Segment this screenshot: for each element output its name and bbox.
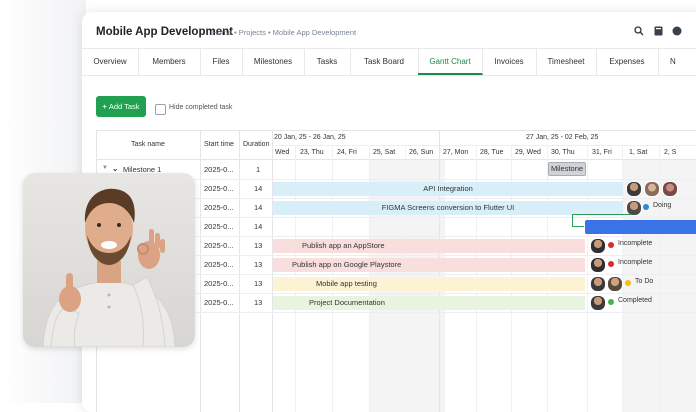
tab-files[interactable]: Files <box>200 49 243 75</box>
tab-invoices[interactable]: Invoices <box>482 49 537 75</box>
status-dot <box>608 299 614 305</box>
duration: 14 <box>254 203 263 212</box>
duration: 14 <box>254 184 263 193</box>
start-time: 2025-0... <box>204 203 234 212</box>
task-bar-project-documentation[interactable]: Project Documentation <box>273 296 585 310</box>
start-time: 2025-0... <box>204 241 234 250</box>
column-header-task-name[interactable]: Task name <box>131 141 165 148</box>
avatar <box>607 276 623 292</box>
day-label: 31, Fri <box>592 149 612 156</box>
duration: 13 <box>254 260 263 269</box>
tab-expenses[interactable]: Expenses <box>596 49 659 75</box>
tab-more[interactable]: N <box>658 49 696 75</box>
duration: 13 <box>254 298 263 307</box>
day-label: 28, Tue <box>480 149 504 156</box>
status-label: Incomplete <box>618 240 653 247</box>
book-icon[interactable] <box>654 26 663 39</box>
week-label: 20 Jan, 25 - 26 Jan, 25 <box>274 134 346 141</box>
profile-icon[interactable] <box>672 26 682 39</box>
day-label: 23, Thu <box>300 149 324 156</box>
chevron-down-icon[interactable]: ⌄ <box>112 164 118 173</box>
start-time: 2025-0... <box>204 165 234 174</box>
week-label: 27 Jan, 25 - 02 Feb, 25 <box>526 134 599 141</box>
start-time: 2025-0... <box>204 260 234 269</box>
tab-task-board[interactable]: Task Board <box>350 49 419 75</box>
tab-tasks[interactable]: Tasks <box>304 49 351 75</box>
task-bar-api-integration[interactable]: API Integration <box>273 182 623 196</box>
header-divider <box>272 145 696 146</box>
status-dot <box>643 204 649 210</box>
duration: 1 <box>256 165 261 174</box>
day-label: Wed <box>275 149 290 156</box>
day-label: 25, Sat <box>373 149 396 156</box>
status-dot <box>625 280 631 286</box>
add-task-label: Add Task <box>108 102 140 111</box>
tab-gantt-chart[interactable]: Gantt Chart <box>418 49 483 75</box>
status-label: Doing <box>653 202 672 209</box>
column-divider <box>239 131 240 412</box>
day-label: 27, Mon <box>443 149 469 156</box>
avatar <box>590 238 606 254</box>
duration: 13 <box>254 279 263 288</box>
task-bar-publish-appstore[interactable]: Publish app an AppStore <box>273 239 585 253</box>
tab-members[interactable]: Members <box>138 49 201 75</box>
duration: 14 <box>254 222 263 231</box>
day-label: 29, Wed <box>515 149 541 156</box>
start-time: 2025-0... <box>204 279 234 288</box>
search-icon[interactable] <box>634 26 644 39</box>
avatar <box>662 181 678 197</box>
plus-icon: + <box>102 102 107 111</box>
start-time: 2025-0... <box>204 184 234 193</box>
avatar <box>590 295 606 311</box>
status-dot <box>608 261 614 267</box>
tab-overview[interactable]: Overview <box>82 49 139 75</box>
breadcrumb[interactable]: Home • Projects • Mobile App Development <box>212 28 356 37</box>
column-divider <box>200 131 201 412</box>
avatar <box>644 181 660 197</box>
tab-milestones[interactable]: Milestones <box>242 49 305 75</box>
status-label: To Do <box>635 278 654 285</box>
hide-completed-checkbox[interactable] <box>155 104 166 115</box>
person-photo <box>23 173 195 347</box>
milestone-bar[interactable]: Milestone <box>548 162 586 176</box>
add-task-button[interactable]: + Add Task <box>96 96 146 117</box>
hide-completed-label: Hide completed task <box>169 104 233 111</box>
avatar <box>590 276 606 292</box>
header-divider <box>96 159 696 160</box>
day-label: 26, Sun <box>409 149 434 156</box>
dependency-line <box>572 214 573 226</box>
task-bar-mobile-testing[interactable]: Mobile app testing <box>273 277 585 291</box>
column-header-start-time[interactable]: Start time <box>204 141 234 148</box>
tab-timesheet[interactable]: Timesheet <box>536 49 597 75</box>
start-time: 2025-0... <box>204 222 234 231</box>
status-dot <box>608 242 614 248</box>
status-label: Incomplete <box>618 259 653 266</box>
status-label: Completed <box>618 297 652 304</box>
day-label: 30, Thu <box>551 149 575 156</box>
day-label: 1, Sat <box>629 149 648 156</box>
duration: 13 <box>254 241 263 250</box>
task-bar-publish-playstore[interactable]: Publish app on Google Playstore <box>273 258 585 272</box>
app-header: Mobile App Development Home • Projects •… <box>82 12 696 48</box>
dependency-line <box>572 226 584 227</box>
day-label: 2, S <box>664 149 677 156</box>
task-bar-figma-screens[interactable]: FIGMA Screens conversion to Flutter UI <box>273 201 623 215</box>
avatar <box>590 257 606 273</box>
expand-arrow-icon[interactable]: ▼ <box>102 165 108 171</box>
dependency-line <box>572 214 632 215</box>
tab-bar: Overview Members Files Milestones Tasks … <box>82 48 696 76</box>
start-time: 2025-0... <box>204 298 234 307</box>
avatar <box>626 181 642 197</box>
column-header-duration[interactable]: Duration <box>243 141 269 148</box>
day-label: 24, Fri <box>337 149 357 156</box>
task-bar-selected[interactable] <box>585 220 696 234</box>
